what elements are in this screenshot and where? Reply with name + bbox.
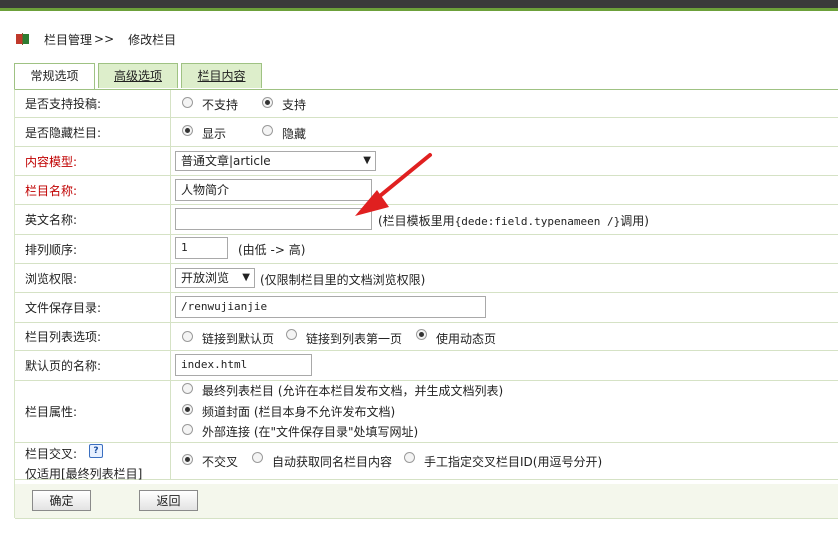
annotation-arrow bbox=[355, 153, 432, 216]
